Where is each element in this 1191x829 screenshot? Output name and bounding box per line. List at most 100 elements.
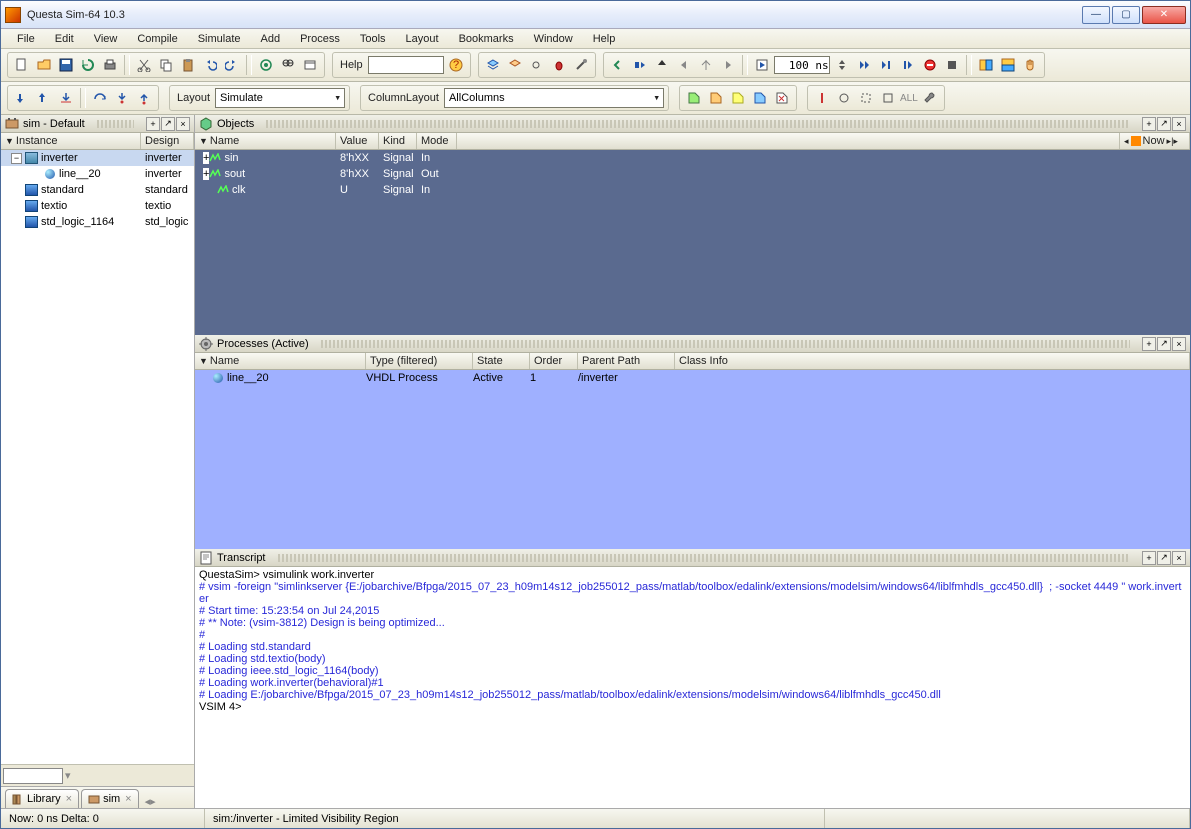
prev-icon[interactable] <box>674 55 694 75</box>
tag-yellow-icon[interactable] <box>728 88 748 108</box>
cursor-down-icon[interactable] <box>12 88 32 108</box>
transcript-pane-close-icon[interactable]: × <box>1172 551 1186 565</box>
nav-back-icon[interactable] <box>608 55 628 75</box>
tag-x-icon[interactable] <box>772 88 792 108</box>
window2-icon[interactable] <box>998 55 1018 75</box>
menu-compile[interactable]: Compile <box>129 31 185 47</box>
close-button[interactable]: ✕ <box>1142 6 1186 24</box>
proc-col-order[interactable]: Order <box>530 353 578 369</box>
mark-icon[interactable] <box>256 55 276 75</box>
minimize-button[interactable]: — <box>1082 6 1110 24</box>
objects-body[interactable]: +sin8'hXXSignalIn+sout8'hXXSignalOutclkU… <box>195 150 1190 335</box>
sim-tree[interactable]: −inverterinverterline__20inverterstandar… <box>1 150 194 764</box>
objects-col-value[interactable]: Value <box>336 133 379 149</box>
cursor-up-icon[interactable] <box>34 88 54 108</box>
objects-col-mode[interactable]: Mode <box>417 133 457 149</box>
tab-library[interactable]: Library × <box>5 789 79 808</box>
run-cont-icon[interactable] <box>898 55 918 75</box>
menu-bookmarks[interactable]: Bookmarks <box>451 31 522 47</box>
processes-pane-undock-icon[interactable]: ↗ <box>1157 337 1171 351</box>
objects-col-kind[interactable]: Kind <box>379 133 417 149</box>
sim-search-input[interactable] <box>3 768 63 784</box>
tab-library-close-icon[interactable]: × <box>66 793 72 805</box>
transcript-pane-undock-icon[interactable]: ↗ <box>1157 551 1171 565</box>
time-input[interactable] <box>774 56 830 74</box>
transcript-body[interactable]: QuestaSim> vsimulink work.inverter# vsim… <box>195 567 1190 808</box>
wrench-icon[interactable] <box>920 88 940 108</box>
step-icon[interactable] <box>630 55 650 75</box>
objects-row[interactable]: +sout8'hXXSignalOut <box>195 166 1190 182</box>
undo-icon[interactable] <box>200 55 220 75</box>
column-layout-select[interactable]: AllColumns <box>444 88 664 108</box>
run-icon[interactable] <box>752 55 772 75</box>
cursor3-icon[interactable] <box>856 88 876 108</box>
cursor2-icon[interactable] <box>834 88 854 108</box>
processes-pane-add-icon[interactable]: + <box>1142 337 1156 351</box>
layers-icon[interactable] <box>483 55 503 75</box>
window1-icon[interactable] <box>976 55 996 75</box>
proc-col-class[interactable]: Class Info <box>675 353 1190 369</box>
objects-row[interactable]: +sin8'hXXSignalIn <box>195 150 1190 166</box>
proc-col-state[interactable]: State <box>473 353 530 369</box>
cursor4-icon[interactable] <box>878 88 898 108</box>
jump-icon[interactable] <box>696 55 716 75</box>
objects-row[interactable]: clkUSignalIn <box>195 182 1190 198</box>
layers2-icon[interactable] <box>505 55 525 75</box>
objects-pane-close-icon[interactable]: × <box>1172 117 1186 131</box>
hand-icon[interactable] <box>1020 55 1040 75</box>
menu-file[interactable]: File <box>9 31 43 47</box>
paste-icon[interactable] <box>178 55 198 75</box>
link-icon[interactable] <box>527 55 547 75</box>
browse-icon[interactable] <box>300 55 320 75</box>
sim-pane-close-icon[interactable]: × <box>176 117 190 131</box>
step-over-icon[interactable] <box>90 88 110 108</box>
time-updown-icon[interactable] <box>832 55 852 75</box>
cursor1-icon[interactable] <box>812 88 832 108</box>
next-icon[interactable] <box>718 55 738 75</box>
menu-layout[interactable]: Layout <box>398 31 447 47</box>
stop-icon[interactable] <box>942 55 962 75</box>
proc-col-name[interactable]: Name <box>210 355 239 367</box>
find-icon[interactable] <box>278 55 298 75</box>
layout-select[interactable]: Simulate <box>215 88 345 108</box>
processes-pane-close-icon[interactable]: × <box>1172 337 1186 351</box>
tab-sim-close-icon[interactable]: × <box>125 793 131 805</box>
up-icon[interactable] <box>652 55 672 75</box>
break-icon[interactable] <box>920 55 940 75</box>
sim-pane-undock-icon[interactable]: ↗ <box>161 117 175 131</box>
tree-expander-icon[interactable]: − <box>11 153 22 164</box>
sim-tree-row[interactable]: −inverterinverter <box>1 150 194 166</box>
menu-add[interactable]: Add <box>253 31 289 47</box>
sim-col-instance[interactable]: Instance <box>16 135 58 147</box>
sim-tree-row[interactable]: textiotextio <box>1 198 194 214</box>
redo-icon[interactable] <box>222 55 242 75</box>
new-file-icon[interactable] <box>12 55 32 75</box>
objects-now-area[interactable]: ◂ Now ▸|▸ <box>1120 133 1190 149</box>
cut-icon[interactable] <box>134 55 154 75</box>
proc-col-type[interactable]: Type (filtered) <box>366 353 473 369</box>
sim-tree-row[interactable]: line__20inverter <box>1 166 194 182</box>
save-icon[interactable] <box>56 55 76 75</box>
step-out-icon[interactable] <box>134 88 154 108</box>
cursor-into-icon[interactable] <box>56 88 76 108</box>
menu-view[interactable]: View <box>86 31 126 47</box>
tools-icon[interactable] <box>571 55 591 75</box>
process-row[interactable]: line__20VHDL ProcessActive1/inverter <box>195 370 1190 386</box>
objects-pane-undock-icon[interactable]: ↗ <box>1157 117 1171 131</box>
menu-help[interactable]: Help <box>585 31 624 47</box>
proc-col-parent[interactable]: Parent Path <box>578 353 675 369</box>
run-all-icon[interactable] <box>854 55 874 75</box>
open-file-icon[interactable] <box>34 55 54 75</box>
menu-process[interactable]: Process <box>292 31 348 47</box>
tag-blue-icon[interactable] <box>750 88 770 108</box>
menu-simulate[interactable]: Simulate <box>190 31 249 47</box>
help-search-input[interactable] <box>368 56 444 74</box>
refresh-icon[interactable] <box>78 55 98 75</box>
maximize-button[interactable]: ▢ <box>1112 6 1140 24</box>
help-go-icon[interactable]: ? <box>446 55 466 75</box>
transcript-pane-add-icon[interactable]: + <box>1142 551 1156 565</box>
copy-icon[interactable] <box>156 55 176 75</box>
bug-icon[interactable] <box>549 55 569 75</box>
tag-green-icon[interactable] <box>684 88 704 108</box>
objects-col-name[interactable]: Name <box>210 135 239 147</box>
